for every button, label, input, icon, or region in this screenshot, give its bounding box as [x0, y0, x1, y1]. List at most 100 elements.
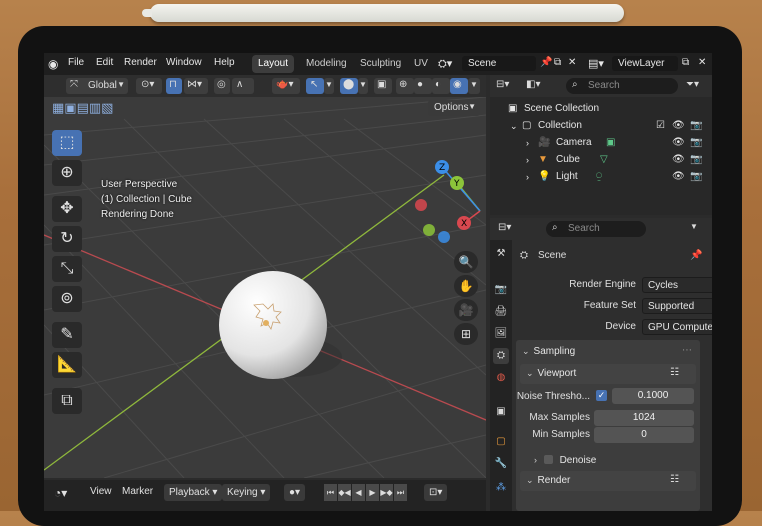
tab-layout[interactable]: Layout [252, 55, 295, 73]
editor-type-icon[interactable]: ⊟▾ [498, 222, 511, 233]
modifier-tab-icon[interactable]: 🔧 [493, 456, 509, 472]
rendered-shading-button[interactable]: ◉ [450, 78, 468, 94]
device-dropdown[interactable]: GPU Compute ▼ [642, 319, 712, 335]
scale-tool[interactable]: ⤡ [52, 256, 82, 282]
scene-icon[interactable]: ⛭▾ [438, 57, 452, 71]
chevron-right-icon[interactable]: › [526, 135, 529, 151]
new-scene-icon[interactable]: ⧉ [554, 57, 561, 68]
chevron-right-icon[interactable]: › [526, 169, 529, 185]
render-subpanel-header[interactable]: ⌄ Render ☷ [520, 471, 696, 491]
menu-edit[interactable]: Edit [96, 57, 113, 68]
select-box-tool[interactable]: ⬚ [52, 130, 82, 156]
annotate-tool[interactable]: ✎ [52, 322, 82, 348]
collection-tab-icon[interactable]: ▣ [493, 404, 509, 420]
output-tab-icon[interactable]: 🖨 [493, 304, 509, 320]
view-layer-icon[interactable]: ▤▾ [588, 57, 604, 70]
select-mode-icons[interactable]: ▦▣▤▥▧ [52, 100, 113, 116]
jump-keyframe-forward-icon[interactable]: ▶◆ [380, 484, 393, 501]
presets-icon[interactable]: ☷ [670, 367, 679, 378]
filter-view-icon[interactable]: ◧▾ [526, 79, 540, 90]
presets-icon[interactable]: ☷ [670, 474, 679, 485]
camera-render-icon[interactable]: 📷 [690, 135, 702, 151]
outliner-row-light[interactable]: › 💡 Light ⍜ 👁 📷 [490, 169, 712, 185]
auto-keying-button[interactable]: ●▾ [284, 484, 306, 501]
cursor-tool[interactable]: ⊕ [52, 160, 82, 186]
denoise-checkbox[interactable] [543, 455, 553, 464]
pin-icon[interactable]: 📌 [540, 57, 552, 68]
menu-window[interactable]: Window [166, 57, 202, 68]
playback-dropdown[interactable]: Playback ▾ [164, 484, 223, 501]
new-view-layer-icon[interactable]: ⧉ [682, 57, 689, 68]
proportional-edit-toggle[interactable]: ◎ [214, 78, 230, 94]
sampling-header[interactable]: ⌄ Sampling [522, 346, 575, 357]
render-engine-dropdown[interactable]: Cycles ▼ [642, 277, 712, 293]
camera-view-icon[interactable]: 🎥 [454, 299, 478, 321]
frame-settings-button[interactable]: ⊡▾ [424, 484, 448, 501]
material-shading-button[interactable]: ◐ [432, 78, 450, 94]
delete-view-layer-icon[interactable]: ✕ [698, 57, 706, 68]
shading-menu-button[interactable]: ▼ [468, 78, 480, 94]
clock-icon[interactable]: ◔▾ [54, 486, 67, 500]
tab-modeling[interactable]: Modeling [300, 55, 353, 73]
move-tool[interactable]: ✥ [52, 196, 82, 222]
noise-threshold-field[interactable]: 0.1000 [612, 388, 694, 404]
ortho-toggle-icon[interactable]: ⊞ [454, 323, 478, 345]
particles-tab-icon[interactable]: ⁂ [493, 480, 509, 496]
properties-search[interactable]: ⌕ Search [546, 221, 646, 237]
wireframe-shading-button[interactable]: ⊕ [396, 78, 414, 94]
timeline-menu-marker[interactable]: Marker [122, 486, 153, 497]
max-samples-field[interactable]: 1024 [594, 410, 694, 426]
chevron-down-icon[interactable]: ▼ [690, 222, 698, 231]
gizmo-menu-button[interactable]: ▼ [324, 78, 334, 94]
3d-viewport[interactable]: Z Y X ⤧ Global ▼ ⊙▾ ⊓ ⋈▾ ◎ ∧ 🫖▾ ↖ ▼ ⬤ ▼ … [44, 75, 486, 478]
eye-icon[interactable]: 👁 [672, 118, 685, 134]
noise-threshold-checkbox[interactable]: ✓ [596, 390, 607, 401]
snap-target-button[interactable]: ⋈▾ [184, 78, 208, 94]
scene-field[interactable]: Scene [462, 56, 536, 71]
outliner-search[interactable]: ⌕ Search [566, 78, 678, 94]
solid-shading-button[interactable]: ● [414, 78, 432, 94]
tab-uv[interactable]: UV [408, 55, 434, 73]
tab-sculpting[interactable]: Sculpting [354, 55, 407, 73]
keying-dropdown[interactable]: Keying ▾ [222, 484, 271, 501]
camera-render-icon[interactable]: 📷 [690, 169, 702, 185]
snap-toggle[interactable]: ⊓ [166, 78, 182, 94]
tool-tab-icon[interactable]: ⚒ [493, 246, 509, 262]
menu-help[interactable]: Help [214, 57, 235, 68]
gizmo-visibility-button[interactable]: 🫖▾ [272, 78, 300, 94]
falloff-button[interactable]: ∧ [232, 78, 254, 94]
denoise-header[interactable]: › Denoise [534, 455, 596, 466]
world-tab-icon[interactable]: ◍ [493, 370, 509, 386]
filter-icon[interactable]: ⏷▾ [686, 79, 699, 90]
outliner-row-scene-collection[interactable]: ▣ Scene Collection [490, 101, 712, 117]
object-tab-icon[interactable]: ▢ [493, 434, 509, 450]
view-layer-field[interactable]: ViewLayer [612, 56, 678, 71]
blender-logo-icon[interactable]: ◉ [48, 57, 58, 71]
checkbox-icon[interactable]: ☑ [656, 118, 665, 134]
feature-set-dropdown[interactable]: Supported ▼ [642, 298, 712, 314]
jump-end-icon[interactable]: ⏭ [394, 484, 407, 501]
orientation-dropdown[interactable]: ⤧ Global ▼ [66, 78, 128, 94]
jump-keyframe-back-icon[interactable]: ◆◀ [338, 484, 351, 501]
drag-handle-icon[interactable]: ⋯ [682, 345, 692, 356]
display-mode-icon[interactable]: ⊟▾ [496, 79, 509, 90]
eye-icon[interactable]: 👁 [672, 152, 685, 168]
jump-start-icon[interactable]: ⏮ [324, 484, 337, 501]
outliner-row-camera[interactable]: › 🎥 Camera ▣ 👁 📷 [490, 135, 712, 151]
zoom-icon[interactable]: 🔍 [454, 251, 478, 273]
eye-icon[interactable]: 👁 [672, 169, 685, 185]
play-icon[interactable]: ▶ [366, 484, 379, 501]
transform-tool[interactable]: ⊚ [52, 286, 82, 312]
min-samples-field[interactable]: 0 [594, 427, 694, 443]
play-reverse-icon[interactable]: ◀ [352, 484, 365, 501]
xray-toggle[interactable]: ▣ [374, 78, 392, 94]
camera-render-icon[interactable]: 📷 [690, 152, 702, 168]
delete-scene-icon[interactable]: ✕ [568, 57, 576, 68]
rotate-tool[interactable]: ↻ [52, 226, 82, 252]
eye-icon[interactable]: 👁 [672, 135, 685, 151]
overlays-toggle[interactable]: ⬤ [340, 78, 358, 94]
measure-tool[interactable]: 📐 [52, 352, 82, 378]
menu-render[interactable]: Render [124, 57, 157, 68]
chevron-right-icon[interactable]: › [526, 152, 529, 168]
render-tab-icon[interactable]: 📷 [493, 282, 509, 298]
